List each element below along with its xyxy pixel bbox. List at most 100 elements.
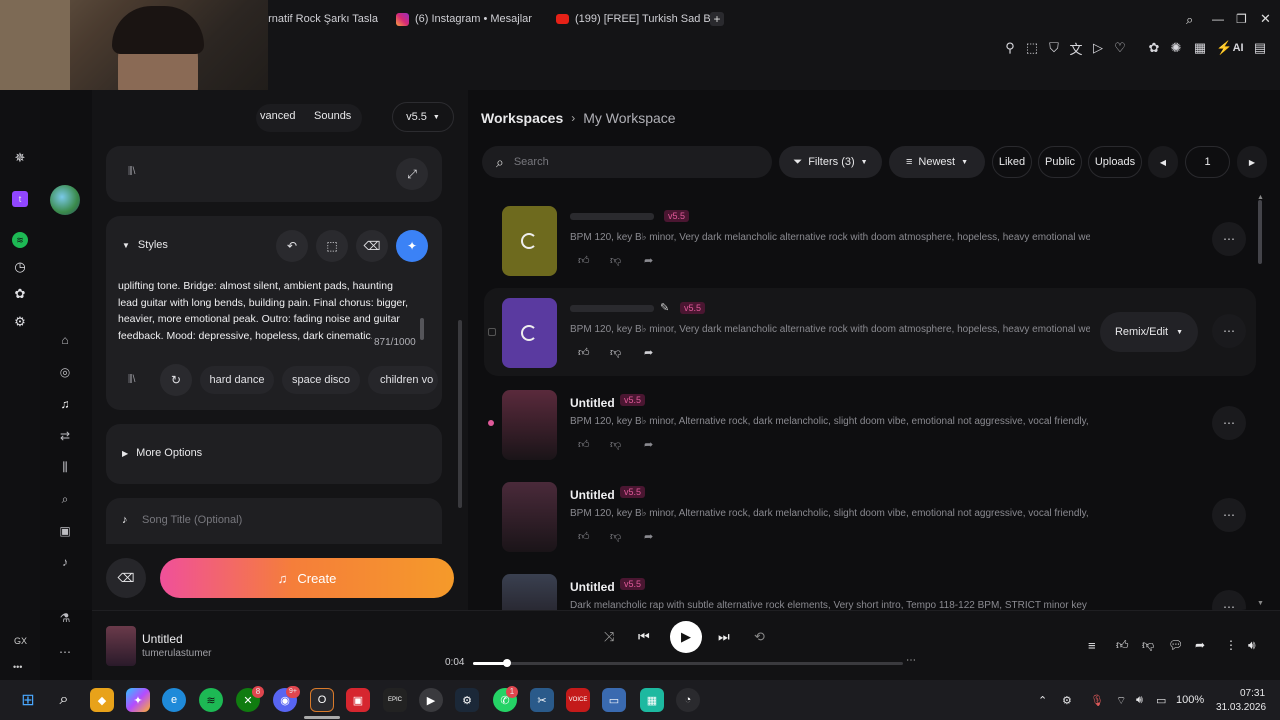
- uploads-filter[interactable]: Uploads: [1088, 146, 1142, 178]
- office-icon[interactable]: ▣: [346, 688, 370, 712]
- magic-wand-icon[interactable]: ✦: [396, 230, 428, 262]
- song-more-button[interactable]: ⋯: [1212, 498, 1246, 532]
- repeat-icon[interactable]: ⟲: [754, 629, 765, 645]
- extension-ai-button[interactable]: ⚡ AI: [1216, 40, 1244, 56]
- media-player-icon[interactable]: ▶: [419, 688, 443, 712]
- dislike-icon[interactable]: 👎︎: [610, 438, 621, 451]
- pin-icon[interactable]: ⚲: [1002, 40, 1018, 56]
- extension-grid-icon[interactable]: ▦: [1192, 40, 1208, 56]
- breadcrumb-workspaces[interactable]: Workspaces: [481, 110, 563, 126]
- comment-icon[interactable]: 💬︎: [1168, 638, 1183, 652]
- translate-icon[interactable]: 文: [1068, 40, 1084, 57]
- browser-tab-suno[interactable]: ernatif Rock Şarkı Tasla: [262, 8, 378, 30]
- like-icon[interactable]: 👍︎: [1116, 638, 1129, 653]
- new-tab-button[interactable]: +: [710, 12, 724, 26]
- song-thumbnail[interactable]: [502, 390, 557, 460]
- clock-date[interactable]: 31.03.2026: [1216, 702, 1266, 713]
- avatar[interactable]: [50, 185, 80, 215]
- search-nav-icon[interactable]: ⌕: [56, 490, 74, 508]
- page-number-input[interactable]: 1: [1185, 146, 1230, 178]
- steam-icon[interactable]: ⚙: [455, 688, 479, 712]
- tray-steam-icon[interactable]: ⚙: [1062, 694, 1072, 707]
- opera-gx-icon[interactable]: O: [310, 688, 334, 712]
- notifications-icon[interactable]: ♪: [56, 553, 74, 571]
- textarea-scrollbar[interactable]: [420, 318, 424, 340]
- extension-bunny-icon[interactable]: ✿: [1146, 40, 1162, 56]
- dislike-icon[interactable]: 👎︎: [610, 346, 621, 359]
- song-title[interactable]: Untitled: [570, 580, 615, 594]
- select-checkbox[interactable]: [488, 328, 496, 336]
- share-icon[interactable]: ➦: [644, 438, 653, 451]
- create-nav-icon[interactable]: ♫: [56, 395, 74, 413]
- display-app-icon[interactable]: ▭: [602, 688, 626, 712]
- mode-advanced-tab[interactable]: vanced: [260, 110, 295, 122]
- song-more-button[interactable]: ⋯: [1212, 406, 1246, 440]
- volume-icon[interactable]: 🔊︎: [1248, 638, 1256, 653]
- notes-icon[interactable]: ▤: [1252, 40, 1268, 56]
- like-icon[interactable]: 👍︎: [578, 254, 590, 267]
- clock-time[interactable]: 07:31: [1240, 688, 1265, 699]
- copilot-icon[interactable]: ✦: [126, 688, 150, 712]
- edit-pencil-icon[interactable]: ✎: [660, 301, 669, 314]
- settings-icon[interactable]: ⚙: [12, 314, 28, 330]
- song-thumbnail[interactable]: [502, 482, 557, 552]
- share-icon[interactable]: ➦: [1195, 638, 1205, 652]
- public-filter[interactable]: Public: [1038, 146, 1082, 178]
- song-title[interactable]: Untitled: [570, 488, 615, 502]
- filters-button[interactable]: ⏷ Filters (3) ▼: [779, 146, 882, 178]
- song-thumbnail[interactable]: [502, 206, 557, 276]
- song-row[interactable]: Untitled v5.5 Dark melancholic rap with su…: [484, 564, 1256, 610]
- windows-start-icon[interactable]: ⊞: [16, 688, 40, 712]
- edge-icon[interactable]: e: [162, 688, 186, 712]
- gx-label[interactable]: GX: [14, 636, 27, 646]
- song-row[interactable]: ✎ v5.5 BPM 120, key B♭ minor, Very dark me…: [484, 288, 1256, 376]
- song-row[interactable]: Untitled v5.5 BPM 120, key B♭ minor, Alter…: [484, 380, 1256, 468]
- create-button[interactable]: ♫ Create: [160, 558, 454, 598]
- snipping-icon[interactable]: ✂: [530, 688, 554, 712]
- battery-icon[interactable]: ▭: [1156, 694, 1166, 707]
- mode-sounds-tab[interactable]: Sounds: [314, 110, 351, 122]
- shuffle-lyrics-icon[interactable]: ⤢: [396, 158, 428, 190]
- brave-icon[interactable]: ◆: [90, 688, 114, 712]
- close-window-icon[interactable]: ✕: [1260, 11, 1271, 27]
- voicemeeter-icon[interactable]: VOICE: [566, 688, 590, 712]
- extension-star-icon[interactable]: ✵: [12, 150, 28, 166]
- song-more-button[interactable]: ⋯: [1212, 590, 1246, 610]
- styles-header[interactable]: ▼ Styles: [122, 239, 168, 251]
- search-box[interactable]: ⌕ Search: [482, 146, 772, 178]
- library-icon[interactable]: ⫼\: [128, 374, 135, 385]
- song-more-button[interactable]: ⋯: [1212, 314, 1246, 348]
- speaker-icon[interactable]: 🔊︎: [1136, 694, 1143, 707]
- shield-icon[interactable]: ⛉: [1046, 40, 1062, 56]
- spotify-icon[interactable]: ≋: [12, 232, 28, 248]
- game-app-icon[interactable]: ▦: [640, 688, 664, 712]
- labs-icon[interactable]: ⚗: [56, 609, 74, 627]
- now-playing-artist[interactable]: tumerulastumer: [142, 648, 211, 659]
- clear-button[interactable]: ⌫: [106, 558, 146, 598]
- panel-scrollbar[interactable]: [458, 320, 462, 508]
- twitch-icon[interactable]: t: [12, 191, 28, 207]
- microphone-icon[interactable]: 🎙︎: [1090, 694, 1104, 707]
- shuffle-icon[interactable]: ⤨: [604, 629, 614, 645]
- extension-fan-icon[interactable]: ✺: [1168, 40, 1184, 56]
- next-icon[interactable]: ⏭: [718, 629, 730, 645]
- more-icon[interactable]: ⋮: [1225, 638, 1237, 652]
- song-thumbnail[interactable]: [502, 574, 557, 610]
- next-page-button[interactable]: ▶: [1237, 146, 1267, 178]
- restore-icon[interactable]: ❐: [1236, 12, 1247, 26]
- like-icon[interactable]: 👍︎: [578, 346, 590, 359]
- dislike-icon[interactable]: 👎︎: [1142, 638, 1154, 653]
- search-tabs-icon[interactable]: ⌕: [1186, 12, 1193, 28]
- previous-icon[interactable]: ⏮: [638, 629, 650, 645]
- list-scrollbar[interactable]: [1258, 200, 1262, 264]
- taskbar-search-icon[interactable]: ⌕: [52, 688, 76, 712]
- styles-textarea[interactable]: uplifting tone. Bridge: almost silent, a…: [118, 278, 414, 362]
- dislike-icon[interactable]: 👎︎: [610, 530, 621, 543]
- progress-more-icon[interactable]: ⋯: [906, 655, 916, 666]
- history-icon[interactable]: ◷: [12, 259, 28, 275]
- play-button[interactable]: ▶: [670, 621, 702, 653]
- refresh-tags-icon[interactable]: ↻: [160, 364, 192, 396]
- minimize-icon[interactable]: —: [1212, 12, 1224, 26]
- sort-button[interactable]: ≡ Newest ▼: [889, 146, 985, 178]
- style-tag[interactable]: space disco: [282, 366, 360, 394]
